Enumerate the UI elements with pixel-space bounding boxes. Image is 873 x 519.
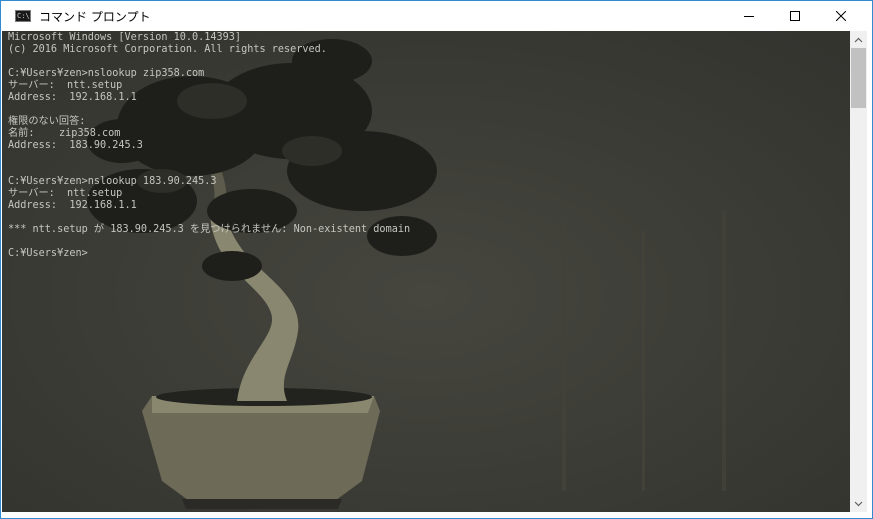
console-line: *** ntt.setup が 183.90.245.3 を見つけられません: … [8, 224, 411, 235]
console-line: C:¥Users¥zen>nslookup 183.90.245.3 [8, 176, 217, 187]
console-line: サーバー: ntt.setup [8, 80, 123, 91]
console-prompt-line[interactable]: C:¥Users¥zen> [8, 248, 410, 260]
console-line: Microsoft Windows [Version 10.0.14393] [8, 32, 242, 43]
scroll-up-icon [854, 37, 863, 42]
minimize-icon [744, 16, 754, 17]
scrollbar-thumb[interactable] [851, 48, 866, 108]
maximize-icon [790, 11, 800, 21]
console-line: Address: 192.168.1.1 [8, 92, 137, 103]
scroll-up-button[interactable] [850, 31, 867, 48]
window-frame-bottom [1, 512, 872, 518]
vertical-scrollbar[interactable] [850, 31, 867, 512]
console-area[interactable]: Microsoft Windows [Version 10.0.14393] (c… [2, 31, 850, 512]
minimize-button[interactable] [726, 1, 772, 31]
console-line: (c) 2016 Microsoft Corporation. All righ… [8, 44, 327, 55]
title-bar[interactable]: C:\ コマンド プロンプト [1, 1, 872, 31]
console-line: Address: 183.90.245.3 [8, 140, 143, 151]
scroll-down-button[interactable] [850, 495, 867, 512]
close-icon [836, 11, 846, 21]
console-output: Microsoft Windows [Version 10.0.14393] (c… [8, 32, 410, 260]
window-frame-right [867, 31, 872, 512]
command-prompt-window: C:\ コマンド プロンプト Microsoft Windows [Versio… [0, 0, 873, 519]
console-line: Address: 192.168.1.1 [8, 200, 137, 211]
console-line: サーバー: ntt.setup [8, 188, 123, 199]
console-line: 名前: zip358.com [8, 128, 121, 139]
console-line: C:¥Users¥zen>nslookup zip358.com [8, 68, 205, 79]
scroll-down-icon [854, 501, 863, 506]
cmd-app-icon: C:\ [15, 10, 31, 22]
close-button[interactable] [818, 1, 864, 31]
window-title: コマンド プロンプト [39, 10, 151, 24]
console-line: 権限のない回答: [8, 116, 86, 127]
maximize-button[interactable] [772, 1, 818, 31]
